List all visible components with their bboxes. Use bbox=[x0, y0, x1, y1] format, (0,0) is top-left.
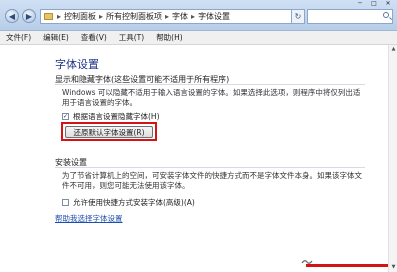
scroll-up-icon[interactable]: ▲ bbox=[390, 46, 397, 53]
forward-button[interactable]: ▶ bbox=[22, 9, 36, 23]
control-panel-window: ◀ ▶ ▸ 控制面板 ▸ 所有控制面板项 ▸ 字体 ▸ 字体设置 ↻ ─ □ ✕… bbox=[0, 0, 397, 272]
shortcut-checkbox-row[interactable]: 允许使用快捷方式安装字体(高级)(A) bbox=[62, 197, 195, 208]
main-content: 字体设置 显示和隐藏字体(这些设置可能不适用于所有程序) Windows 可以隐… bbox=[0, 45, 397, 272]
menu-edit[interactable]: 编辑(E) bbox=[37, 32, 75, 43]
close-button[interactable]: ✕ bbox=[381, 0, 395, 7]
breadcrumb-font-settings[interactable]: 字体设置 bbox=[196, 11, 232, 22]
breadcrumb-fonts[interactable]: 字体 bbox=[170, 11, 190, 22]
hide-fonts-checkbox-row[interactable]: ✓ 根据语言设置隐藏字体(H) bbox=[62, 111, 160, 122]
menu-view[interactable]: 查看(V) bbox=[75, 32, 113, 43]
minimize-button[interactable]: ─ bbox=[353, 0, 367, 7]
section-description-install: 为了节省计算机上的空间，可安装字体文件的快捷方式而不是字体文件本身。如果该字体文… bbox=[62, 171, 362, 190]
shortcut-checkbox[interactable] bbox=[62, 199, 69, 206]
page-title: 字体设置 bbox=[55, 58, 99, 71]
vertical-scrollbar[interactable]: ▲ ▼ bbox=[388, 45, 397, 272]
title-bar: ◀ ▶ ▸ 控制面板 ▸ 所有控制面板项 ▸ 字体 ▸ 字体设置 ↻ ─ □ ✕ bbox=[0, 0, 397, 31]
divider bbox=[55, 84, 365, 85]
shortcut-checkbox-label: 允许使用快捷方式安装字体(高级)(A) bbox=[73, 198, 195, 207]
scroll-down-icon[interactable]: ▼ bbox=[390, 264, 397, 271]
menu-bar: 文件(F) 编辑(E) 查看(V) 工具(T) 帮助(H) bbox=[0, 31, 397, 45]
menu-file[interactable]: 文件(F) bbox=[0, 32, 37, 43]
hide-fonts-checkbox[interactable]: ✓ bbox=[62, 113, 69, 120]
window-controls: ─ □ ✕ bbox=[353, 0, 395, 7]
maximize-button[interactable]: □ bbox=[367, 0, 381, 7]
search-icon bbox=[383, 12, 389, 18]
refresh-button[interactable]: ↻ bbox=[291, 9, 305, 24]
back-button[interactable]: ◀ bbox=[5, 9, 19, 23]
restore-default-font-settings-button[interactable]: 还原默认字体设置(R) bbox=[65, 126, 153, 138]
menu-help[interactable]: 帮助(H) bbox=[150, 32, 189, 43]
search-input[interactable] bbox=[307, 9, 393, 24]
help-link[interactable]: 帮助我选择字体设置 bbox=[55, 213, 123, 224]
section-description-show-hide: Windows 可以隐藏不适用于输入语言设置的字体。如果选择此选项，则程序中将仅… bbox=[62, 88, 361, 107]
red-underline-mark bbox=[306, 264, 388, 267]
breadcrumb-control-panel[interactable]: 控制面板 bbox=[62, 11, 98, 22]
folder-icon bbox=[44, 13, 53, 20]
address-bar[interactable]: ▸ 控制面板 ▸ 所有控制面板项 ▸ 字体 ▸ 字体设置 bbox=[40, 9, 292, 24]
divider bbox=[55, 167, 365, 168]
hide-fonts-checkbox-label: 根据语言设置隐藏字体(H) bbox=[73, 112, 160, 121]
menu-tools[interactable]: 工具(T) bbox=[113, 32, 150, 43]
breadcrumb-all-items[interactable]: 所有控制面板项 bbox=[104, 11, 164, 22]
